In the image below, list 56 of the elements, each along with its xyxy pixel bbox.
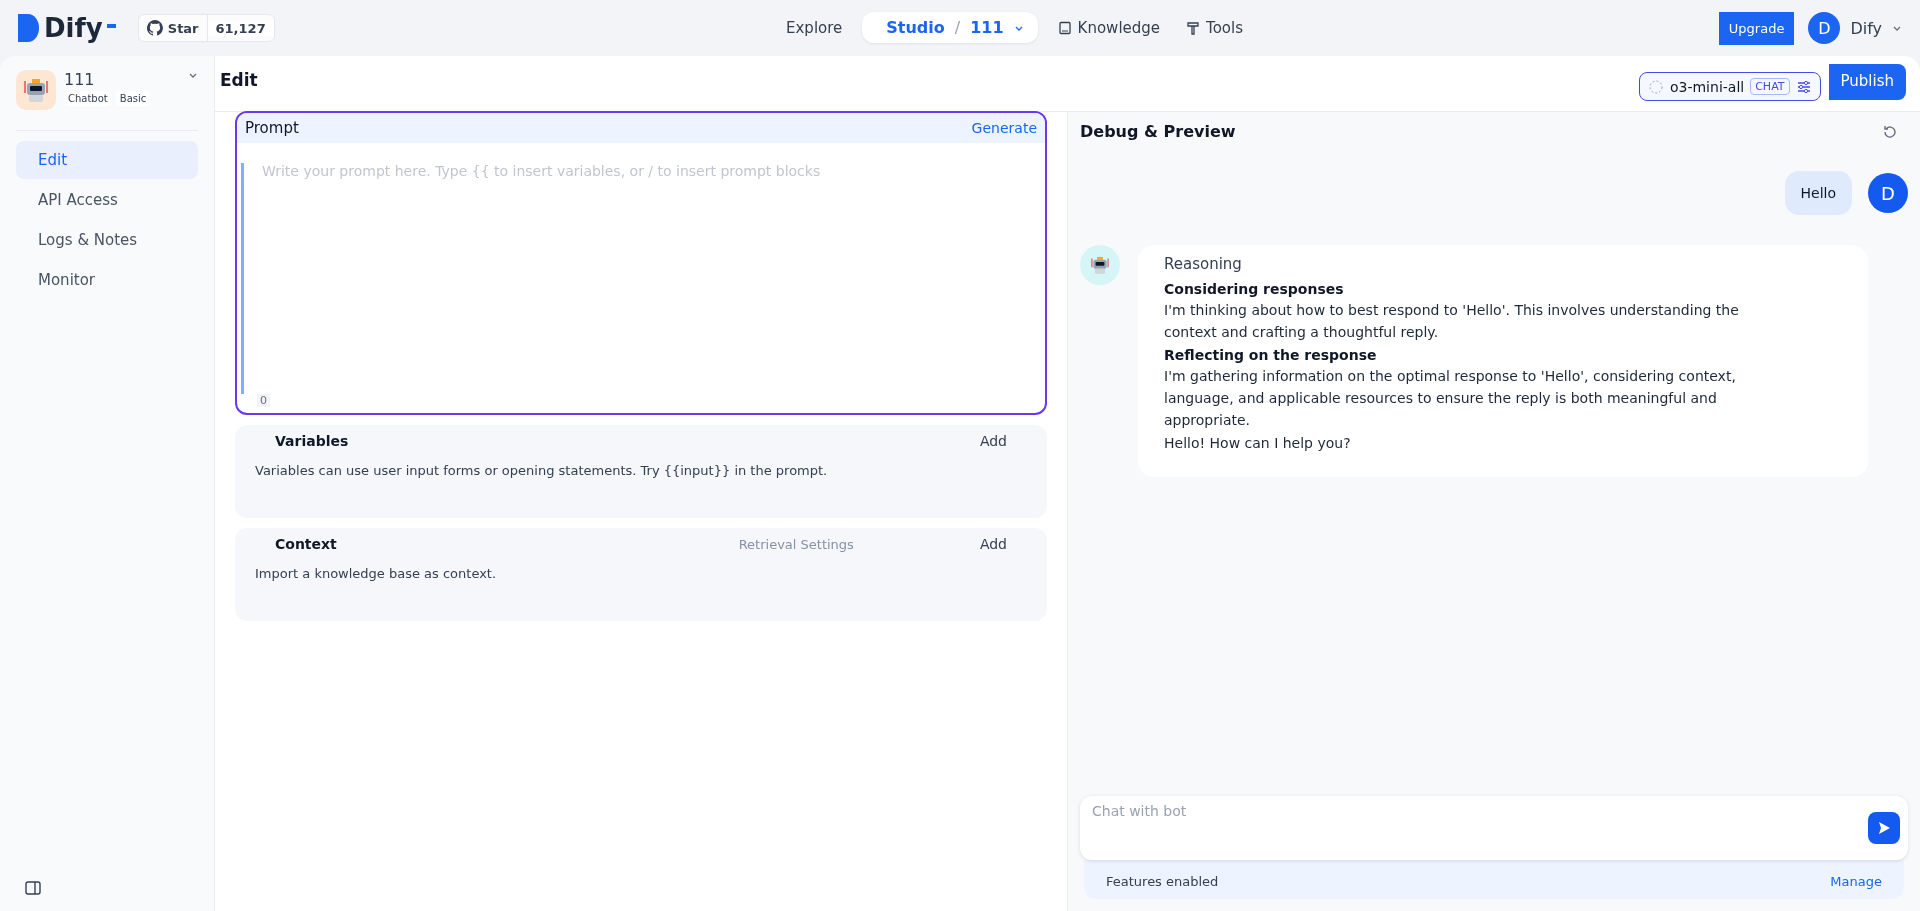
section-description: Variables can use user input forms or opening statements. Try {{input}} in the prompt. [255,463,829,480]
send-icon [1877,821,1891,835]
logo-icon [18,14,40,42]
logo: Dify [44,13,103,43]
github-star-button[interactable]: Star 61,127 [137,14,275,42]
user-name[interactable]: Dify [1850,18,1882,38]
model-selector[interactable]: o3-mini-all CHAT [1638,72,1821,101]
sliders-icon [1795,78,1812,95]
sidebar-item[interactable]: API Access [16,181,198,219]
page-title: Edit [220,69,259,90]
hammer-icon [1186,20,1201,35]
section-title: Variables [275,433,349,449]
model-icon [1647,78,1664,95]
upgrade-button[interactable]: Upgrade [1718,11,1795,45]
chat-box[interactable]: Chat with bot [1080,796,1908,860]
book-icon [1057,20,1072,35]
reasoning-text: I'm gathering information on the optimal response to 'Hello', considering context, language, and applicable resources to ensure the reply is both meaningful and appropriate. [1164,367,1737,430]
sidebar-toggle-icon[interactable] [24,879,42,897]
features-label: Features enabled [1106,874,1219,889]
reasoning-heading: Considering responses [1164,281,1345,297]
sidebar-item[interactable]: Edit [16,141,198,179]
add-button[interactable]: Add [979,536,1007,552]
section-title: Context [275,536,337,552]
model-type-badge: CHAT [1750,78,1790,95]
nav-link[interactable]: Tools [1180,12,1249,43]
reasoning-heading: Reflecting on the response [1164,347,1378,363]
prompt-editor[interactable]: Prompt Generate Write your prompt here. Type {{ to insert variables, or / to insert prompt blocks 0 [235,111,1047,415]
chat-input[interactable]: Chat with bot [1090,802,1868,820]
studio-nav-tab[interactable]: Studio / 111 [862,12,1038,43]
manage-link[interactable]: Manage [1830,874,1882,889]
logo-underscore-icon [106,24,116,28]
section-description: Import a knowledge base as context. [255,566,498,583]
reasoning-label: Reasoning [1164,255,1243,273]
add-button[interactable]: Add [979,433,1007,449]
user-message: Hello [1784,171,1852,215]
user-avatar: D [1868,173,1908,213]
app-tag: Basic [115,91,151,106]
github-icon [146,20,163,36]
answer-text: Hello! How can I help you? [1164,435,1352,451]
sidebar-item[interactable]: Monitor [16,261,198,299]
nav-link[interactable]: Knowledge [1051,12,1167,43]
reasoning-text: I'm thinking about how to best respond to 'Hello'. This involves understanding the context and crafting a thoughtful reply. [1164,301,1740,342]
app-tag: Chatbot [64,91,112,106]
refresh-icon[interactable] [1882,123,1898,140]
nav-link[interactable]: Explore [780,12,849,43]
prompt-label: Prompt [245,119,299,137]
robot-icon [1080,245,1120,285]
publish-button[interactable]: Publish [1828,63,1906,100]
robot-icon [16,70,56,110]
user-avatar[interactable]: D [1808,12,1841,44]
app-name: 111 [64,70,96,89]
sidebar-item[interactable]: Logs & Notes [16,221,198,259]
panel-title: Debug & Preview [1080,122,1236,141]
character-count: 0 [257,394,270,407]
generate-button[interactable]: Generate [971,120,1037,136]
send-button[interactable] [1868,812,1900,844]
